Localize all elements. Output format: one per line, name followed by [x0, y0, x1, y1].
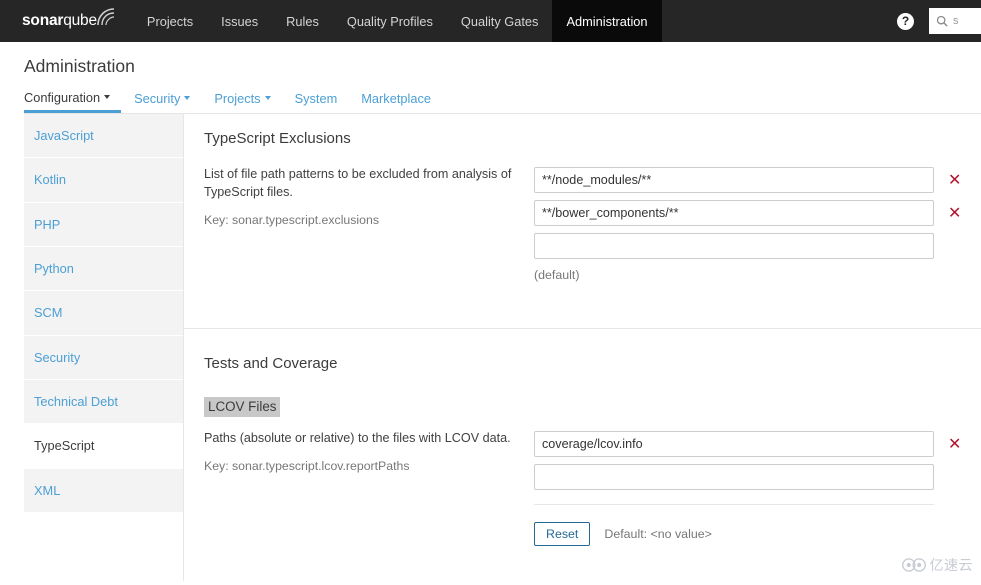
watermark-text: 亿速云	[929, 558, 973, 574]
lcov-input-1[interactable]	[534, 431, 934, 458]
input-line	[534, 464, 981, 491]
input-line: ✕	[534, 167, 981, 193]
sidebar-item-technical-debt[interactable]: Technical Debt	[24, 380, 183, 425]
chevron-down-icon	[264, 96, 271, 100]
nav-label: Administration	[566, 13, 648, 29]
sidebar-item-label: JavaScript	[34, 128, 94, 143]
top-nav-items: Projects Issues Rules Quality Profiles Q…	[133, 0, 662, 42]
page-title: Administration	[24, 56, 135, 76]
sidebar-item-php[interactable]: PHP	[24, 202, 183, 248]
cloud-logo-icon	[901, 558, 926, 572]
tab-label: Marketplace	[361, 91, 431, 106]
sub-navigation-tabs: Configuration Security Projects System M…	[24, 90, 981, 114]
delete-icon[interactable]: ✕	[948, 172, 961, 188]
search-input-text[interactable]: s	[953, 15, 959, 27]
nav-item-rules[interactable]: Rules	[272, 0, 333, 42]
input-line: ✕	[534, 200, 981, 226]
sidebar-item-label: XML	[34, 482, 61, 498]
tab-marketplace[interactable]: Marketplace	[361, 91, 442, 113]
setting-description: Paths (absolute or relative) to the file…	[204, 431, 511, 446]
top-navigation-bar: sonarqube Projects Issues Rules Quality …	[0, 0, 981, 42]
section-tests-and-coverage: Tests and Coverage LCOV Files Paths (abs…	[184, 329, 981, 554]
settings-category-sidebar: JavaScript Kotlin PHP Python SCM Securit…	[0, 114, 184, 514]
sidebar-item-scm[interactable]: SCM	[24, 291, 183, 336]
setting-row-lcov: Paths (absolute or relative) to the file…	[204, 430, 981, 554]
setting-description-block: Paths (absolute or relative) to the file…	[204, 430, 534, 475]
setting-inputs-block: ✕ ✕ (default)	[534, 166, 981, 282]
tab-configuration[interactable]: Configuration	[24, 90, 122, 113]
tab-system[interactable]: System	[295, 91, 349, 113]
tab-label: Projects	[214, 91, 261, 106]
logo-signal-arcs	[97, 8, 114, 26]
sidebar-item-python[interactable]: Python	[24, 247, 183, 292]
nav-item-issues[interactable]: Issues	[207, 0, 272, 42]
sidebar-item-xml[interactable]: XML	[24, 468, 183, 514]
nav-label: Rules	[286, 13, 319, 29]
tab-projects[interactable]: Projects	[214, 91, 281, 113]
input-line	[534, 233, 981, 259]
tab-label: Security	[134, 91, 181, 106]
sidebar-item-kotlin[interactable]: Kotlin	[24, 158, 183, 203]
tab-label: System	[294, 91, 338, 106]
reset-row: Reset Default: <no value>	[534, 522, 981, 547]
sidebar-item-label: Python	[34, 261, 74, 277]
setting-row-exclusions: List of file path patterns to be exclude…	[204, 166, 981, 290]
logo-text-light: qube	[63, 12, 97, 30]
setting-inputs-block: ✕ Reset Default: <no value>	[534, 430, 981, 547]
nav-item-administration[interactable]: Administration	[552, 0, 662, 42]
sidebar-item-label: Kotlin	[34, 172, 67, 188]
sidebar-item-label: Technical Debt	[34, 394, 118, 410]
setting-key: Key: sonar.typescript.lcov.reportPaths	[204, 458, 410, 473]
watermark: 亿速云	[901, 555, 974, 575]
page-header: Administration Configuration Security Pr…	[0, 42, 981, 114]
input-line: ✕	[534, 431, 981, 458]
lcov-input-2[interactable]	[534, 464, 934, 491]
section-title-exclusions: TypeScript Exclusions	[204, 130, 351, 147]
exclusion-input-3[interactable]	[534, 233, 934, 259]
exclusion-input-1[interactable]	[534, 167, 934, 193]
default-value-note: Default: <no value>	[604, 527, 712, 542]
sidebar-item-label: SCM	[34, 305, 63, 321]
page-body: JavaScript Kotlin PHP Python SCM Securit…	[0, 114, 981, 581]
sidebar-item-label: Security	[34, 349, 81, 365]
nav-item-projects[interactable]: Projects	[133, 0, 207, 42]
setting-key: Key: sonar.typescript.exclusions	[204, 212, 379, 227]
delete-icon[interactable]: ✕	[948, 436, 961, 452]
logo-text: sonarqube	[22, 8, 115, 30]
delete-icon[interactable]: ✕	[948, 205, 961, 221]
logo-text-bold: sonar	[22, 12, 64, 30]
search-icon	[936, 15, 948, 27]
nav-label: Quality Profiles	[346, 13, 433, 29]
nav-label: Projects	[146, 13, 194, 29]
sidebar-item-label: PHP	[34, 216, 61, 232]
sonarqube-logo[interactable]: sonarqube	[0, 0, 133, 42]
tab-label: Configuration	[24, 90, 101, 105]
field-divider	[534, 504, 934, 506]
exclusion-input-2[interactable]	[534, 200, 934, 226]
nav-label: Quality Gates	[460, 13, 539, 29]
top-nav-right: ? s	[897, 0, 981, 42]
setting-description-block: List of file path patterns to be exclude…	[204, 166, 534, 229]
nav-label: Issues	[221, 13, 259, 29]
tab-security[interactable]: Security	[134, 91, 201, 113]
sidebar-item-security[interactable]: Security	[24, 335, 183, 381]
chevron-down-icon	[184, 96, 191, 100]
exclusions-default-note: (default)	[534, 268, 580, 282]
sidebar-item-label: TypeScript	[34, 438, 95, 454]
sidebar-item-typescript[interactable]: TypeScript	[24, 424, 184, 469]
nav-item-quality-gates[interactable]: Quality Gates	[447, 0, 553, 42]
reset-button[interactable]: Reset	[534, 522, 591, 547]
nav-item-quality-profiles[interactable]: Quality Profiles	[333, 0, 447, 42]
section-typescript-exclusions: TypeScript Exclusions List of file path …	[184, 114, 981, 290]
search-box[interactable]: s	[929, 8, 981, 34]
sidebar-item-javascript[interactable]: JavaScript	[24, 114, 183, 159]
help-icon[interactable]: ?	[897, 12, 914, 30]
settings-content-panel: TypeScript Exclusions List of file path …	[183, 114, 981, 581]
chevron-down-icon	[104, 95, 111, 99]
setting-description: List of file path patterns to be exclude…	[204, 167, 512, 199]
lcov-files-label: LCOV Files	[204, 397, 281, 418]
section-title-tests-coverage: Tests and Coverage	[204, 355, 338, 372]
